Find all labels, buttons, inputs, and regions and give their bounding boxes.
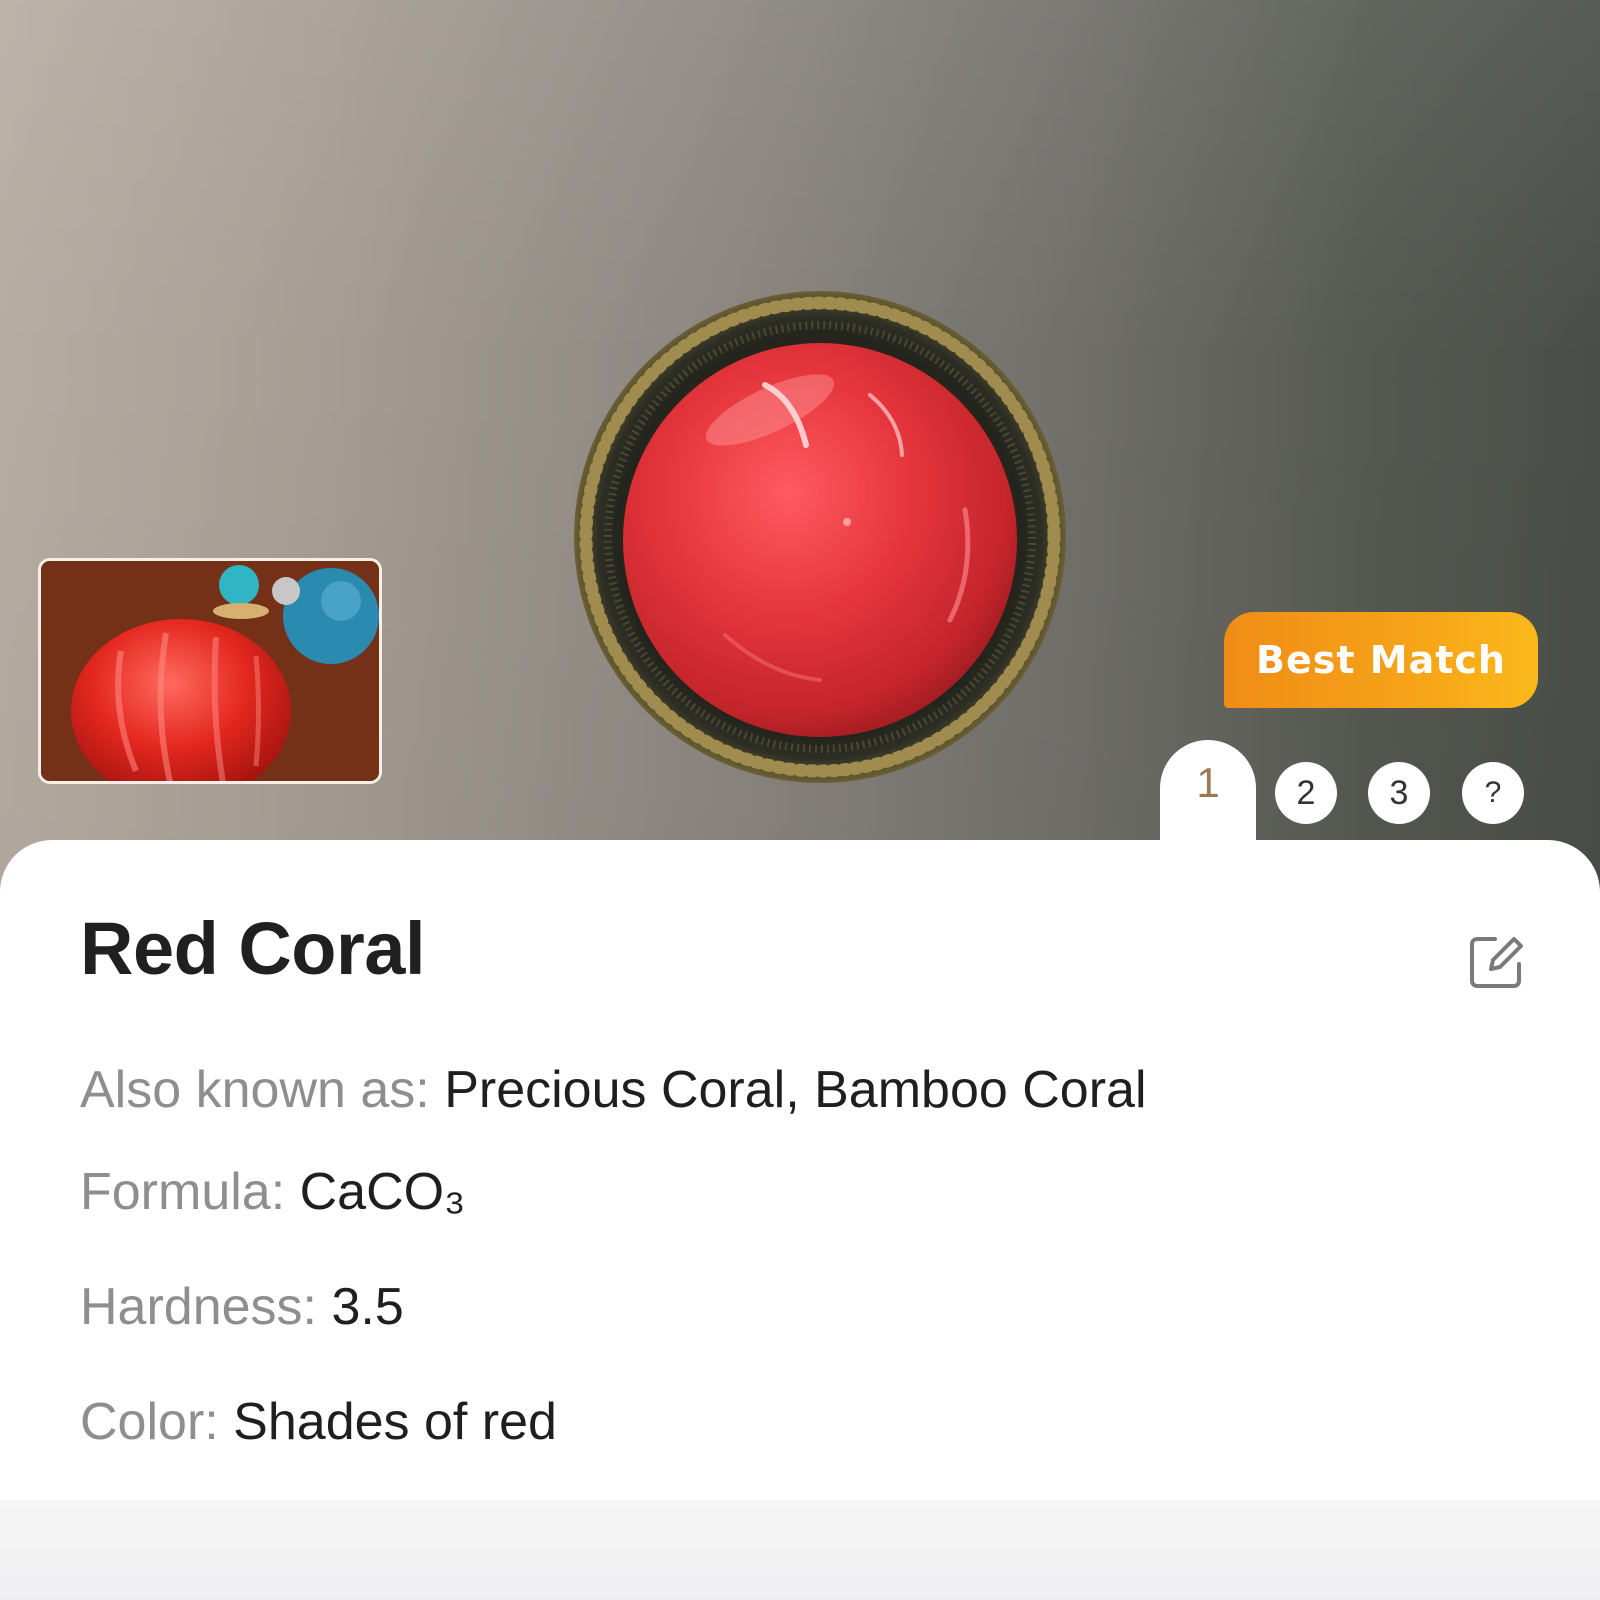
also-known-as-value: Precious Coral, Bamboo Coral (444, 1061, 1147, 1119)
result-tab-2[interactable]: 2 (1275, 762, 1337, 824)
color-row: Color: Shades of red (80, 1392, 557, 1452)
color-value: Shades of red (233, 1393, 557, 1451)
edit-icon (1470, 937, 1523, 988)
result-tab-unknown[interactable]: ? (1462, 762, 1524, 824)
user-photo (41, 561, 379, 781)
card-bottom-fade (0, 1500, 1600, 1600)
formula-value: CaCO₃ (299, 1163, 466, 1221)
result-tab-1[interactable]: 1 (1160, 740, 1256, 840)
also-known-as-row: Also known as: Precious Coral, Bamboo Co… (80, 1060, 1147, 1120)
specimen-photo (574, 291, 1066, 783)
hardness-label: Hardness: (80, 1278, 317, 1336)
formula-row: Formula: CaCO₃ (80, 1162, 465, 1222)
formula-label: Formula: (80, 1163, 286, 1221)
color-label: Color: (80, 1393, 219, 1451)
best-match-badge: Best Match (1224, 612, 1538, 708)
mineral-name: Red Coral (80, 907, 426, 990)
edit-button[interactable] (1464, 930, 1528, 994)
result-hero: Best Match (0, 0, 1600, 900)
user-photo-thumbnail[interactable] (38, 558, 382, 784)
hardness-value: 3.5 (331, 1278, 404, 1336)
also-known-as-label: Also known as: (80, 1061, 430, 1119)
hardness-row: Hardness: 3.5 (80, 1277, 404, 1337)
result-tab-3[interactable]: 3 (1368, 762, 1430, 824)
